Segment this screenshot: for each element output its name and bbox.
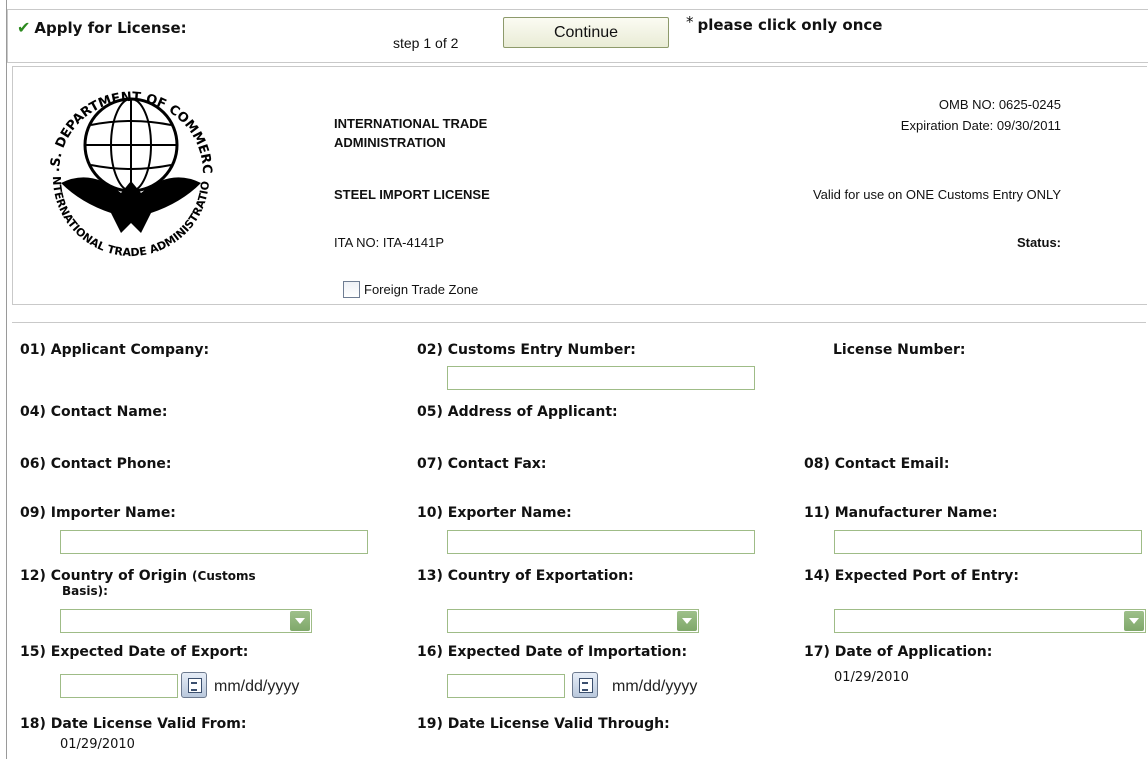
exporter-name-label: 10) Exporter Name: [417,505,572,521]
checkmark-icon: ✔ [17,18,31,37]
note-asterisk: * [686,13,694,31]
foreign-trade-zone-checkbox[interactable] [343,281,360,298]
contact-fax-label: 07) Contact Fax: [417,456,547,472]
agency-name-line2: ADMINISTRATION [334,135,446,150]
calendar-icon[interactable] [572,672,598,698]
expected-import-date-label: 16) Expected Date of Importation: [417,644,688,660]
calendar-icon[interactable] [181,672,207,698]
apply-bar: ✔ Apply for License: step 1 of 2 Continue… [7,9,1148,63]
valid-note: Valid for use on ONE Customs Entry ONLY [812,187,1061,202]
applicant-address-label: 05) Address of Applicant: [417,404,618,420]
note-text: please click only once [697,16,883,34]
contact-phone-label: 06) Contact Phone: [20,456,172,472]
omb-number: OMB NO: 0625-0245 [938,97,1061,112]
applicant-company-label: 01) Applicant Company: [20,342,210,358]
contact-name-label: 04) Contact Name: [20,404,168,420]
customs-entry-number-input[interactable] [447,366,755,390]
country-of-origin-select[interactable] [60,609,312,633]
country-of-origin-label-line2: Basis): [62,583,108,599]
country-of-origin-basis: Basis): [62,584,108,598]
contact-email-label: 08) Contact Email: [804,456,950,472]
import-date-input[interactable] [447,674,565,698]
country-of-exportation-label: 13) Country of Exportation: [417,568,634,584]
manufacturer-name-label: 11) Manufacturer Name: [804,505,998,521]
commerce-seal-logo: U.S. DEPARTMENT OF COMMERCE INTERNATIONA… [31,73,214,259]
export-date-input[interactable] [60,674,178,698]
expected-export-date-label: 15) Expected Date of Export: [20,644,249,660]
status-label: Status: [1016,235,1061,250]
valid-from-label: 18) Date License Valid From: [20,716,247,732]
continue-button[interactable]: Continue [503,17,669,48]
valid-from-value: 01/29/2010 [60,737,135,752]
customs-entry-number-label: 02) Customs Entry Number: [417,342,636,358]
exporter-name-input[interactable] [447,530,755,554]
chevron-down-icon[interactable] [677,611,697,631]
foreign-trade-zone-label: Foreign Trade Zone [364,282,479,297]
port-of-entry-select[interactable] [834,609,1146,633]
application-date-label: 17) Date of Application: [804,644,993,660]
apply-label: Apply for License: [34,19,187,37]
application-date-value: 01/29/2010 [834,670,909,685]
country-of-origin-text: 12) Country of Origin [20,568,188,584]
ita-number: ITA NO: ITA-4141P [334,235,445,250]
license-header: U.S. DEPARTMENT OF COMMERCE INTERNATIONA… [12,66,1147,305]
chevron-down-icon[interactable] [1124,611,1144,631]
license-number-label: License Number: [833,342,966,358]
importer-name-label: 09) Importer Name: [20,505,176,521]
importer-name-input[interactable] [60,530,368,554]
country-of-exportation-select[interactable] [447,609,699,633]
license-title: STEEL IMPORT LICENSE [334,187,490,202]
click-once-note: * please click only once [686,13,883,34]
foreign-trade-zone-option[interactable]: Foreign Trade Zone [343,281,478,298]
export-date-format: mm/dd/yyyy [214,678,300,695]
country-of-origin-label: 12) Country of Origin (Customs [20,568,256,584]
chevron-down-icon[interactable] [290,611,310,631]
expiration-date: Expiration Date: 09/30/2011 [900,118,1061,133]
svg-text:U.S. DEPARTMENT OF COMMERCE: U.S. DEPARTMENT OF COMMERCE [31,73,214,174]
import-date-format: mm/dd/yyyy [612,678,698,695]
manufacturer-name-input[interactable] [834,530,1142,554]
port-of-entry-label: 14) Expected Port of Entry: [804,568,1020,584]
agency-name-line1: INTERNATIONAL TRADE [334,116,488,131]
apply-heading: ✔ Apply for License: [17,18,187,37]
step-indicator: step 1 of 2 [393,35,459,51]
valid-through-label: 19) Date License Valid Through: [417,716,670,732]
country-of-origin-small: (Customs [192,569,256,583]
